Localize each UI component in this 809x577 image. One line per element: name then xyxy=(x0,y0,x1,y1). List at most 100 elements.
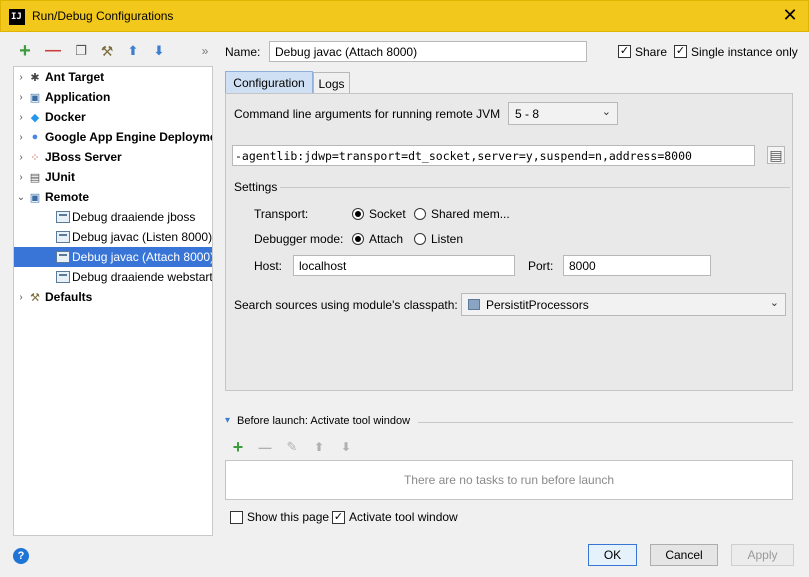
add-task-icon[interactable]: + xyxy=(229,437,247,457)
cmd-args-label: Command line arguments for running remot… xyxy=(234,107,501,121)
tree-item-junit[interactable]: › ▤ JUnit xyxy=(14,167,212,187)
remove-task-icon[interactable]: — xyxy=(256,438,274,456)
move-up-icon[interactable]: ⬆ xyxy=(124,42,142,60)
host-field[interactable]: localhost xyxy=(293,255,515,276)
port-label: Port: xyxy=(528,259,554,273)
transport-shared-mem-radio[interactable] xyxy=(414,208,426,220)
add-icon[interactable]: + xyxy=(16,40,34,62)
share-checkbox[interactable]: ✓ xyxy=(618,45,631,58)
defaults-wrench-icon: ⚒ xyxy=(30,291,40,304)
tree-item-defaults[interactable]: › ⚒ Defaults xyxy=(14,287,212,307)
transport-shared-mem-label: Shared mem... xyxy=(431,207,510,221)
module-classpath-dropdown[interactable]: PersistitProcessors ⌄ xyxy=(461,293,786,316)
tree-item-label: Application xyxy=(45,90,111,104)
tab-logs[interactable]: Logs xyxy=(313,72,350,94)
tree-item-label: Debug draaiende webstart- xyxy=(72,270,213,284)
tree-item-google-app-engine[interactable]: › ● Google App Engine Deployme xyxy=(14,127,212,147)
move-task-up-icon[interactable]: ⬆ xyxy=(310,438,328,456)
empty-tasks-text: There are no tasks to run before launch xyxy=(403,473,615,487)
docker-icon: ◆ xyxy=(30,111,40,124)
tree-expand-arrow-icon[interactable]: › xyxy=(14,72,28,83)
tree-item-remote[interactable]: ⌄ ▣ Remote xyxy=(14,187,212,207)
tree-item-label: JBoss Server xyxy=(45,150,122,164)
tree-expand-arrow-icon[interactable]: › xyxy=(14,172,28,183)
window-title: Run/Debug Configurations xyxy=(32,9,174,23)
remote-debug-icon xyxy=(56,231,70,243)
tree-item-application[interactable]: › ▣ Application xyxy=(14,87,212,107)
tree-expand-arrow-icon[interactable]: › xyxy=(14,292,28,303)
show-this-page-label: Show this page xyxy=(247,510,330,524)
configurations-tree[interactable]: › ✱ Ant Target › ▣ Application › ◆ Docke… xyxy=(13,66,213,536)
remote-icon: ▣ xyxy=(29,191,41,204)
tree-item-label: Defaults xyxy=(45,290,93,304)
google-app-engine-icon: ● xyxy=(31,131,39,143)
module-value: PersistitProcessors xyxy=(486,297,589,312)
settings-divider xyxy=(280,187,790,188)
tree-item-debug-draaiende-webstart[interactable]: Debug draaiende webstart- xyxy=(14,267,213,287)
debugger-mode-attach-radio[interactable] xyxy=(352,233,364,245)
transport-socket-radio[interactable] xyxy=(352,208,364,220)
transport-label: Transport: xyxy=(254,207,309,221)
single-instance-checkbox[interactable]: ✓ xyxy=(674,45,687,58)
tree-item-ant-target[interactable]: › ✱ Ant Target xyxy=(14,67,212,87)
tree-item-label: Debug javac (Attach 8000) xyxy=(72,250,213,264)
tree-item-label: Remote xyxy=(45,190,90,204)
remote-debug-icon xyxy=(56,211,70,223)
edit-task-icon[interactable]: ✎ xyxy=(283,438,301,456)
remove-icon[interactable]: — xyxy=(44,42,62,60)
jvm-version-dropdown[interactable]: 5 - 8 ⌄ xyxy=(508,102,618,125)
before-launch-divider xyxy=(418,422,793,423)
tree-collapse-arrow-icon[interactable]: ⌄ xyxy=(14,192,28,203)
tree-item-debug-javac-listen[interactable]: Debug javac (Listen 8000) xyxy=(14,227,213,247)
show-this-page-checkbox[interactable] xyxy=(230,511,243,524)
tree-item-docker[interactable]: › ◆ Docker xyxy=(14,107,212,127)
before-launch-toggle-icon[interactable]: ▾ xyxy=(225,415,230,426)
chevron-down-icon: ⌄ xyxy=(769,297,779,309)
transport-socket-label: Socket xyxy=(369,207,406,221)
search-sources-label: Search sources using module's classpath: xyxy=(234,298,458,312)
settings-label: Settings xyxy=(234,180,278,194)
activate-tool-window-label: Activate tool window xyxy=(349,510,458,524)
copy-to-clipboard-icon[interactable]: ▤ xyxy=(767,146,785,164)
jvm-version-value: 5 - 8 xyxy=(515,106,540,121)
intellij-logo-icon: IJ xyxy=(9,9,25,25)
before-launch-title[interactable]: Before launch: Activate tool window xyxy=(237,415,410,427)
tree-expand-arrow-icon[interactable]: › xyxy=(14,112,28,123)
host-label: Host: xyxy=(254,259,283,273)
jvm-args-field[interactable]: -agentlib:jdwp=transport=dt_socket,serve… xyxy=(232,145,755,166)
chevron-down-icon: ⌄ xyxy=(601,106,611,118)
expand-more-icon[interactable]: » xyxy=(196,42,214,60)
junit-icon: ▤ xyxy=(29,171,41,184)
tree-item-label: JUnit xyxy=(45,170,75,184)
tree-expand-arrow-icon[interactable]: › xyxy=(14,92,28,103)
close-icon[interactable]: ✕ xyxy=(780,5,800,25)
apply-button[interactable]: Apply xyxy=(731,544,794,566)
name-field[interactable]: Debug javac (Attach 8000) xyxy=(269,41,587,62)
debugger-mode-listen-label: Listen xyxy=(431,232,464,246)
cancel-button[interactable]: Cancel xyxy=(650,544,718,566)
before-launch-tasks-list[interactable]: There are no tasks to run before launch xyxy=(225,460,793,500)
tree-item-jboss-server[interactable]: › ⁘ JBoss Server xyxy=(14,147,212,167)
copy-icon[interactable]: ❐ xyxy=(72,42,90,60)
remote-debug-icon xyxy=(56,271,70,283)
activate-tool-window-checkbox[interactable]: ✓ xyxy=(332,511,345,524)
tree-item-label: Debug javac (Listen 8000) xyxy=(72,230,213,244)
tree-expand-arrow-icon[interactable]: › xyxy=(14,152,28,163)
module-icon xyxy=(468,299,480,310)
debugger-mode-listen-radio[interactable] xyxy=(414,233,426,245)
tree-item-debug-draaiende-jboss[interactable]: Debug draaiende jboss xyxy=(14,207,212,227)
help-icon[interactable]: ? xyxy=(13,548,29,564)
tree-item-label: Debug draaiende jboss xyxy=(72,210,196,224)
ok-button[interactable]: OK xyxy=(588,544,637,566)
move-down-icon[interactable]: ⬇ xyxy=(150,42,168,60)
tab-configuration[interactable]: Configuration xyxy=(225,71,313,93)
tree-item-debug-javac-attach[interactable]: Debug javac (Attach 8000) xyxy=(14,247,213,267)
move-task-down-icon[interactable]: ⬇ xyxy=(337,438,355,456)
share-label: Share xyxy=(635,45,668,59)
debugger-mode-label: Debugger mode: xyxy=(254,232,344,246)
jboss-icon: ⁘ xyxy=(30,151,40,164)
port-field[interactable]: 8000 xyxy=(563,255,711,276)
wrench-icon[interactable]: ⚒ xyxy=(98,42,116,60)
tree-expand-arrow-icon[interactable]: › xyxy=(14,132,28,143)
debugger-mode-attach-label: Attach xyxy=(369,232,404,246)
